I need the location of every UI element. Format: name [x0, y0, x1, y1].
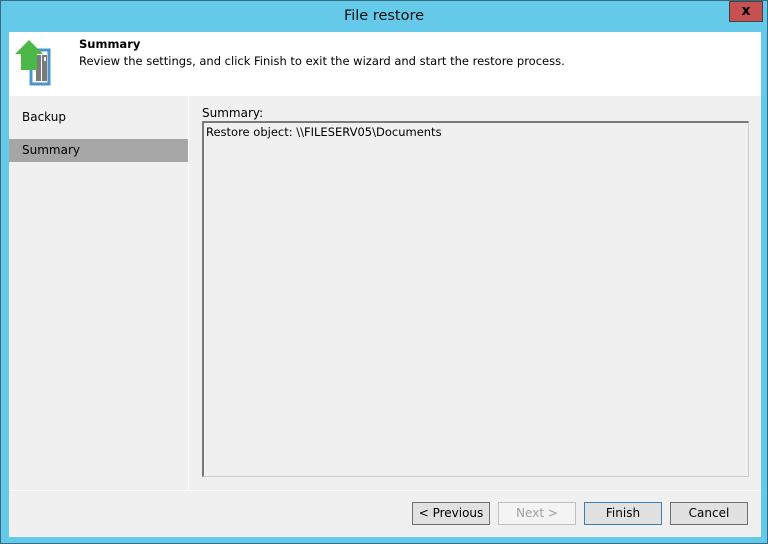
file-restore-icon	[15, 40, 51, 86]
page-title: Summary	[79, 37, 141, 51]
summary-textbox[interactable]: Restore object: \\FILESERV05\Documents	[202, 121, 749, 477]
previous-button[interactable]: < Previous	[412, 502, 490, 525]
cancel-button[interactable]: Cancel	[670, 502, 748, 525]
close-button[interactable]: x	[729, 1, 763, 22]
summary-text: Restore object: \\FILESERV05\Documents	[206, 125, 442, 139]
wizard-steps: Backup Summary	[9, 96, 189, 490]
wizard-header: Summary Review the settings, and click F…	[9, 32, 761, 96]
next-button[interactable]: Next >	[498, 502, 576, 525]
file-restore-window: File restore x Summary Review the settin…	[0, 0, 768, 544]
window-title: File restore	[343, 8, 425, 24]
divider	[9, 490, 761, 491]
finish-button[interactable]: Finish	[584, 502, 662, 525]
step-summary[interactable]: Summary	[9, 139, 188, 162]
summary-label: Summary:	[202, 106, 264, 120]
wizard-client: Summary Review the settings, and click F…	[9, 32, 761, 537]
step-backup[interactable]: Backup	[9, 106, 188, 129]
page-description: Review the settings, and click Finish to…	[79, 54, 565, 68]
summary-panel: Summary: Restore object: \\FILESERV05\Do…	[190, 96, 761, 490]
